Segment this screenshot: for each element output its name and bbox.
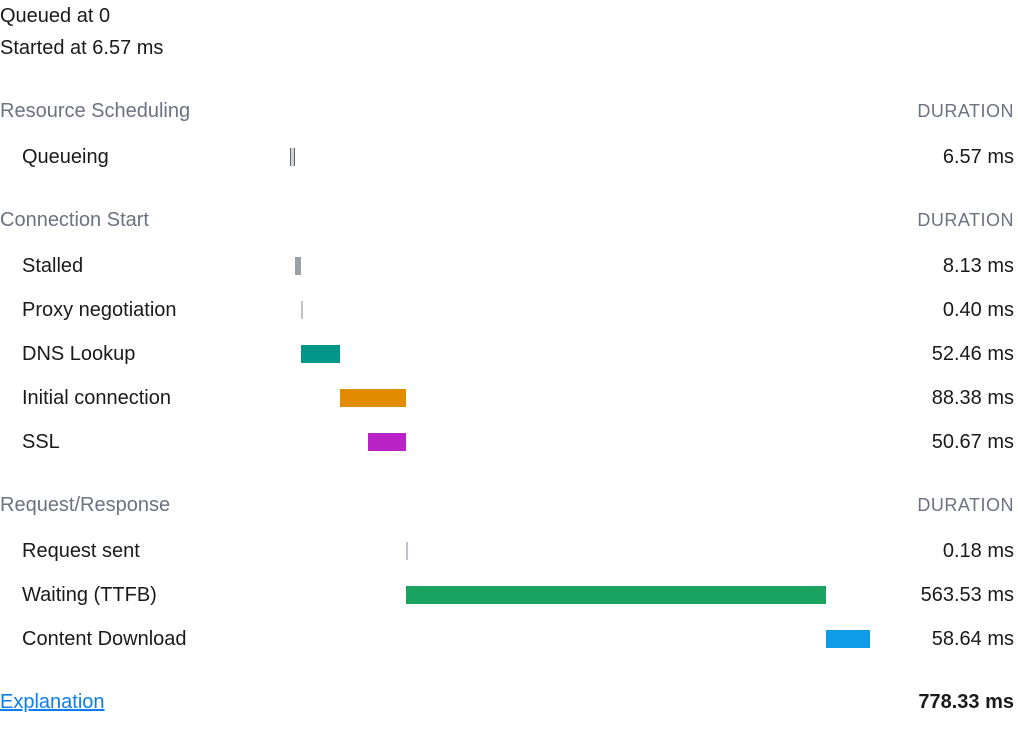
section-header: Request/Response DURATION (0, 494, 1014, 517)
timing-row-value: 58.64 ms (870, 628, 1014, 651)
timing-row: DNS Lookup 52.46 ms (0, 332, 1014, 376)
timing-row: Request sent 0.18 ms (0, 529, 1014, 573)
timing-bar (301, 345, 340, 363)
timing-bar-track (290, 145, 870, 169)
timing-section: Resource Scheduling DURATION Queueing 6.57 … (0, 100, 1014, 179)
timing-row: Stalled 8.13 ms (0, 244, 1014, 288)
timing-row-value: 6.57 ms (870, 146, 1014, 169)
timing-bar (290, 148, 295, 166)
timing-row: Proxy negotiation 0.40 ms (0, 288, 1014, 332)
timing-row-label: Content Download (0, 628, 290, 651)
timing-row-value: 0.18 ms (870, 540, 1014, 563)
timing-bar (340, 389, 406, 407)
duration-column-header: DURATION (917, 101, 1014, 122)
timing-row-value: 0.40 ms (870, 299, 1014, 322)
section-header: Resource Scheduling DURATION (0, 100, 1014, 123)
timing-row: SSL 50.67 ms (0, 420, 1014, 464)
duration-column-header: DURATION (917, 495, 1014, 516)
section-title: Connection Start (0, 209, 149, 232)
queued-at-label: Queued at 0 (0, 0, 1014, 32)
timing-row: Queueing 6.57 ms (0, 135, 1014, 179)
section-header: Connection Start DURATION (0, 209, 1014, 232)
timing-row: Initial connection 88.38 ms (0, 376, 1014, 420)
timing-breakdown: Queued at 0 Started at 6.57 ms Resource … (0, 0, 1018, 714)
timing-row-label: SSL (0, 431, 290, 454)
timing-row-label: Queueing (0, 146, 290, 169)
timing-bar-track (290, 539, 870, 563)
timing-bar-track (290, 583, 870, 607)
timing-bar (406, 586, 826, 604)
total-time: 778.33 ms (918, 691, 1014, 714)
section-title: Resource Scheduling (0, 100, 190, 123)
timing-row-value: 50.67 ms (870, 431, 1014, 454)
timing-row: Waiting (TTFB) 563.53 ms (0, 573, 1014, 617)
timing-bar (301, 301, 303, 319)
duration-column-header: DURATION (917, 210, 1014, 231)
timing-bar-track (290, 430, 870, 454)
timing-row-label: Initial connection (0, 387, 290, 410)
started-at-label: Started at 6.57 ms (0, 32, 1014, 64)
timing-bar-track (290, 386, 870, 410)
section-title: Request/Response (0, 494, 170, 517)
timing-bar-track (290, 298, 870, 322)
timing-bar (295, 257, 301, 275)
timing-row-value: 8.13 ms (870, 255, 1014, 278)
timing-header: Queued at 0 Started at 6.57 ms (0, 0, 1014, 64)
timing-row-value: 563.53 ms (870, 584, 1014, 607)
timing-row-label: DNS Lookup (0, 343, 290, 366)
timing-bar (826, 630, 870, 648)
timing-row-label: Stalled (0, 255, 290, 278)
explanation-link[interactable]: Explanation (0, 691, 105, 714)
timing-section: Request/Response DURATION Request sent 0.18… (0, 494, 1014, 661)
timing-row: Content Download 58.64 ms (0, 617, 1014, 661)
timing-row-value: 88.38 ms (870, 387, 1014, 410)
timing-row-label: Request sent (0, 540, 290, 563)
timing-row-label: Proxy negotiation (0, 299, 290, 322)
timing-bar-track (290, 627, 870, 651)
timing-row-label: Waiting (TTFB) (0, 584, 290, 607)
timing-bar-track (290, 342, 870, 366)
timing-bar (368, 433, 406, 451)
timing-footer: Explanation 778.33 ms (0, 691, 1014, 714)
timing-section: Connection Start DURATION Stalled 8.13 ms Pr… (0, 209, 1014, 464)
timing-row-value: 52.46 ms (870, 343, 1014, 366)
timing-bar-track (290, 254, 870, 278)
timing-bar (406, 542, 408, 560)
